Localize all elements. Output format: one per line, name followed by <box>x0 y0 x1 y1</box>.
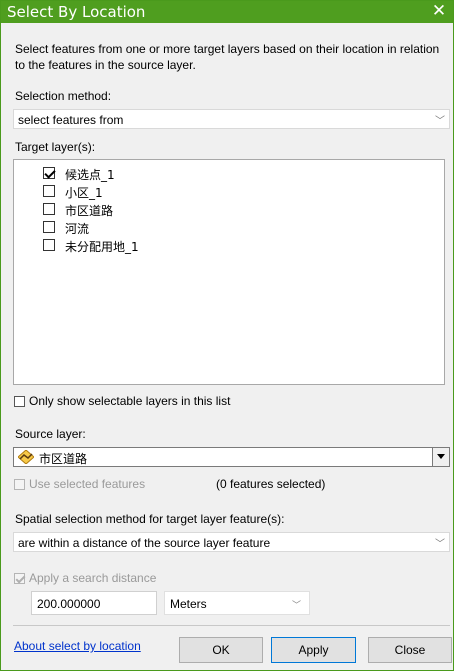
search-distance-checkbox[interactable] <box>14 573 25 584</box>
target-layers-label: Target layer(s): <box>15 140 96 154</box>
target-layer-label: 小区_1 <box>65 186 103 200</box>
selection-method-value: select features from <box>18 113 124 127</box>
target-layer-label: 市区道路 <box>65 204 114 218</box>
target-layer-checkbox[interactable] <box>43 167 55 179</box>
target-layers-list[interactable]: 候选点_1 小区_1 市区道路 河流 未分配用地_1 <box>13 159 445 385</box>
chevron-down-icon: ﹀ <box>435 116 445 127</box>
only-selectable-label: Only show selectable layers in this list <box>29 394 231 408</box>
search-distance-label: Apply a search distance <box>29 571 157 585</box>
title-bar[interactable]: Select By Location ✕ <box>1 1 453 23</box>
close-button[interactable]: Close <box>368 637 452 663</box>
chevron-down-icon: ﹀ <box>435 539 445 550</box>
selection-method-dropdown[interactable]: select features from ﹀ <box>13 109 450 129</box>
only-selectable-checkbox[interactable] <box>14 396 25 407</box>
target-layer-label: 未分配用地_1 <box>65 240 139 254</box>
selected-count-text: (0 features selected) <box>216 477 326 491</box>
spatial-method-dropdown[interactable]: are within a distance of the source laye… <box>13 532 450 552</box>
target-layer-label: 河流 <box>65 222 90 236</box>
apply-button[interactable]: Apply <box>271 637 356 663</box>
spatial-method-value: are within a distance of the source laye… <box>18 536 271 550</box>
target-layer-checkbox[interactable] <box>43 185 55 197</box>
use-selected-label: Use selected features <box>29 477 146 491</box>
chevron-down-icon: ﹀ <box>291 600 301 610</box>
line-layer-icon <box>18 450 34 464</box>
dropdown-arrow-icon[interactable] <box>432 448 449 466</box>
spatial-method-label: Spatial selection method for target laye… <box>15 512 285 526</box>
select-by-location-dialog: Select By Location ✕ Select features fro… <box>0 0 454 671</box>
source-layer-value: 市区道路 <box>39 452 88 466</box>
target-layer-checkbox[interactable] <box>43 203 55 215</box>
selection-method-label: Selection method: <box>15 89 112 103</box>
source-layer-label: Source layer: <box>15 427 86 441</box>
distance-unit-dropdown[interactable]: Meters ﹀ <box>164 591 310 615</box>
search-distance-value: 200.000000 <box>37 597 101 611</box>
use-selected-checkbox[interactable] <box>14 479 25 490</box>
target-layer-checkbox[interactable] <box>43 239 55 251</box>
source-layer-dropdown[interactable]: 市区道路 <box>13 447 450 467</box>
about-select-by-location-link[interactable]: About select by location <box>14 639 141 653</box>
distance-unit-value: Meters <box>170 597 207 611</box>
ok-button[interactable]: OK <box>179 637 263 663</box>
window-title: Select By Location <box>7 3 146 21</box>
dialog-description: Select features from one or more target … <box>15 42 440 72</box>
target-layer-checkbox[interactable] <box>43 221 55 233</box>
footer-divider <box>13 625 450 626</box>
search-distance-input[interactable]: 200.000000 <box>31 591 157 615</box>
close-icon[interactable]: ✕ <box>431 2 447 20</box>
target-layer-label: 候选点_1 <box>65 168 115 182</box>
